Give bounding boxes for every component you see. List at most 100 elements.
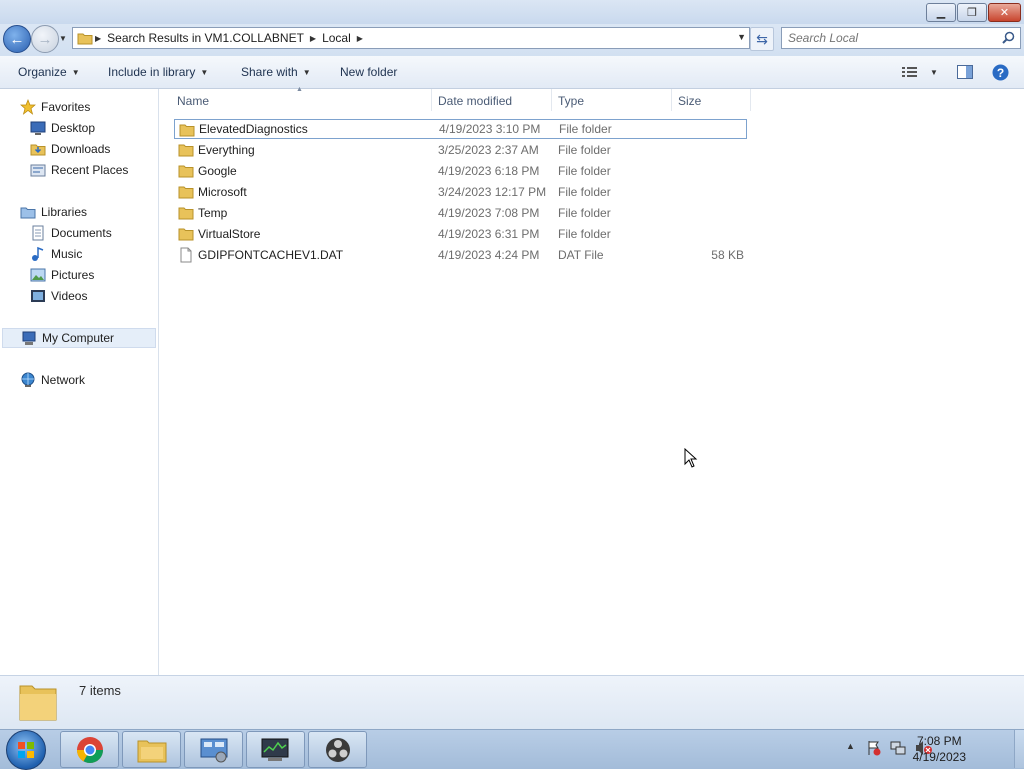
minimize-button[interactable]: ▁ [926,3,956,22]
preview-pane-button[interactable] [957,63,973,81]
column-size-label: Size [678,94,702,108]
file-type: File folder [558,185,611,199]
action-center-flag-icon[interactable] [866,740,882,756]
taskbar-obs[interactable] [308,731,367,768]
file-row[interactable]: ElevatedDiagnostics 4/19/2023 3:10 PM Fi… [174,119,747,139]
file-type: DAT File [558,248,604,262]
nav-recent-places-label: Recent Places [51,163,129,177]
address-bar[interactable]: ▶ Search Results in VM1.COLLABNET ▶ Loca… [72,27,750,49]
column-header-type[interactable]: Type [558,92,584,110]
chevron-down-icon: ▼ [200,67,209,77]
file-type: File folder [558,143,611,157]
share-with-button[interactable]: Share with ▼ [241,63,311,81]
forward-button[interactable]: → [31,25,59,53]
downloads-folder-icon [30,144,46,156]
network-status-icon[interactable] [890,740,906,756]
taskbar-clock[interactable]: 7:08 PM 4/19/2023 [913,733,966,765]
folder-icon [178,228,194,241]
chevron-down-icon[interactable]: ▼ [930,68,938,77]
include-in-library-label: Include in library [108,65,196,79]
folder-icon [77,33,93,45]
nav-music[interactable]: Music [30,244,82,264]
nav-my-computer-label: My Computer [42,331,115,345]
nav-libraries-label: Libraries [41,205,88,219]
column-divider[interactable] [551,89,552,111]
nav-videos[interactable]: Videos [30,286,87,306]
navigation-pane: Favorites Desktop Downloads Recent Place… [0,89,159,675]
computer-icon [22,331,36,345]
explorer-icon [137,740,166,762]
column-header-size[interactable]: Size [678,92,701,110]
close-button[interactable]: ✕ [988,3,1021,22]
include-in-library-button[interactable]: Include in library ▼ [108,63,208,81]
show-hidden-icons-button[interactable]: ▲ [846,741,855,751]
file-date: 4/19/2023 6:31 PM [438,227,540,241]
control-panel-icon [200,738,227,762]
nav-music-label: Music [51,247,83,261]
file-date: 4/19/2023 6:18 PM [438,164,540,178]
breadcrumb-local[interactable]: Local [318,31,355,45]
taskbar-chrome[interactable] [60,731,119,768]
search-input[interactable] [782,30,1000,46]
chrome-icon [76,736,103,763]
documents-icon [32,225,44,241]
breadcrumb-search-results[interactable]: Search Results in VM1.COLLABNET [103,31,308,45]
windows-logo-icon [18,742,34,758]
new-folder-button[interactable]: New folder [340,63,397,81]
nav-downloads[interactable]: Downloads [30,139,110,159]
search-box[interactable] [781,27,1021,49]
file-row[interactable]: VirtualStore 4/19/2023 6:31 PM File fold… [174,224,747,244]
folder-icon [178,144,194,157]
refresh-icon: ⇆ [756,30,768,47]
column-type-label: Type [558,94,585,108]
nav-pictures[interactable]: Pictures [30,265,94,285]
breadcrumb-separator-icon[interactable]: ▶ [308,34,318,43]
change-view-button[interactable]: ▼ [902,63,938,81]
star-icon [20,99,36,115]
column-divider[interactable] [750,89,751,111]
file-type: File folder [558,206,611,220]
taskbar-explorer[interactable] [122,731,181,768]
restore-button[interactable]: ❐ [957,3,987,22]
nav-libraries[interactable]: Libraries [20,202,87,222]
breadcrumb-separator-icon[interactable]: ▶ [355,34,365,43]
file-row[interactable]: Google 4/19/2023 6:18 PM File folder [174,161,747,181]
organize-button[interactable]: Organize ▼ [18,63,80,81]
nav-desktop[interactable]: Desktop [30,118,95,138]
taskbar-control-panel[interactable] [184,731,243,768]
file-row[interactable]: Microsoft 3/24/2023 12:17 PM File folder [174,182,747,202]
breadcrumb-separator-icon[interactable]: ▶ [93,34,103,43]
show-desktop-button[interactable] [1014,730,1024,768]
help-button[interactable]: ? [992,63,1009,81]
search-icon[interactable] [1002,31,1015,44]
refresh-button[interactable]: ⇆ [750,27,774,51]
file-row[interactable]: Temp 4/19/2023 7:08 PM File folder [174,203,747,223]
nav-documents[interactable]: Documents [30,223,112,243]
nav-network[interactable]: Network [20,370,85,390]
file-date: 3/24/2023 12:17 PM [438,185,547,199]
nav-my-computer[interactable]: My Computer [2,328,156,348]
nav-favorites[interactable]: Favorites [20,97,90,117]
pictures-icon [30,268,46,282]
file-date: 4/19/2023 7:08 PM [438,206,540,220]
item-count: 7 items [79,683,121,698]
file-row[interactable]: Everything 3/25/2023 2:37 AM File folder [174,140,747,160]
column-header-name[interactable]: Name [177,92,209,110]
column-divider[interactable] [671,89,672,111]
column-header-date-modified[interactable]: Date modified [438,92,512,110]
column-divider[interactable] [431,89,432,111]
details-view-icon [902,67,917,77]
close-icon: ✕ [999,7,1010,19]
start-button[interactable] [6,730,46,770]
restore-icon: ❐ [967,7,977,19]
taskbar-remote-app[interactable] [246,731,305,768]
nav-recent-places[interactable]: Recent Places [30,160,128,180]
file-row[interactable]: GDIPFONTCACHEV1.DAT 4/19/2023 4:24 PM DA… [174,245,747,265]
address-history-dropdown[interactable]: ▼ [737,32,746,42]
nav-videos-label: Videos [51,289,88,303]
file-name: Google [198,164,237,178]
recent-pages-dropdown[interactable]: ▼ [58,33,68,43]
back-button[interactable]: ← [3,25,31,53]
mouse-cursor-icon [684,448,698,468]
file-type: File folder [558,164,611,178]
